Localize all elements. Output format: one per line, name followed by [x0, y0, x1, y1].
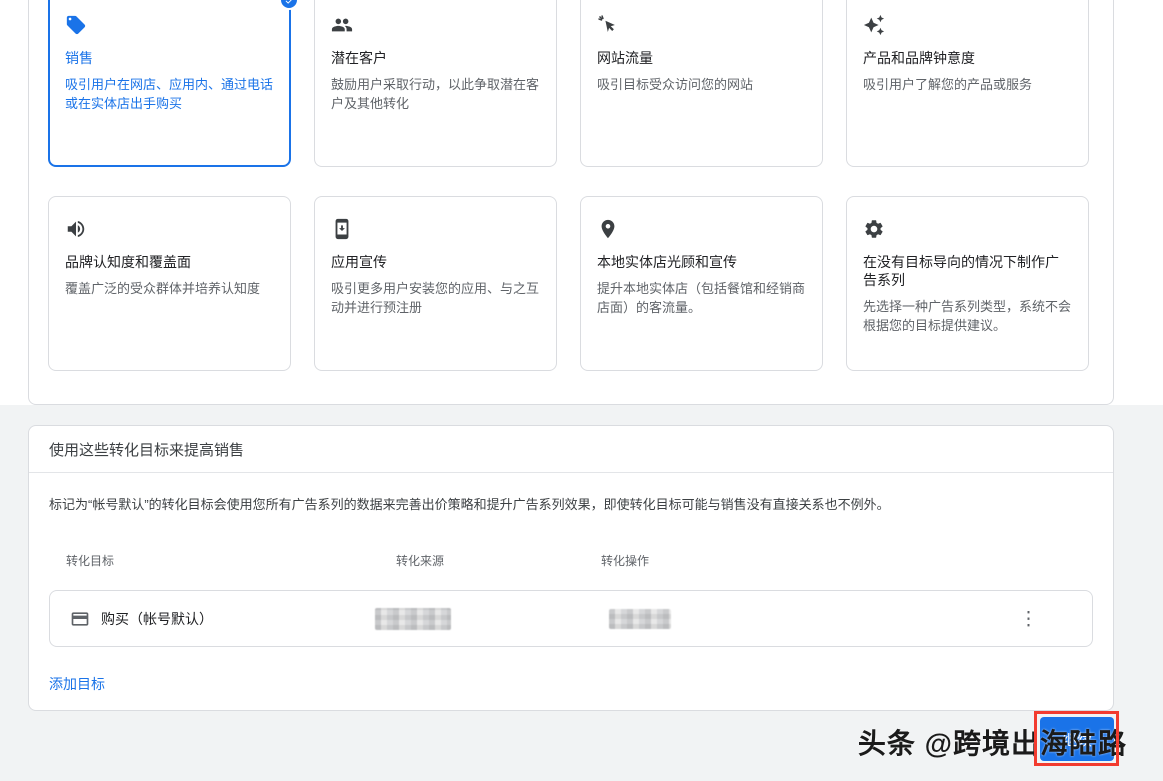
objective-card-title: 本地实体店光顾和宣传 [597, 253, 806, 271]
objective-card-title: 在没有目标导向的情况下制作广告系列 [863, 253, 1072, 289]
objective-card-description: 吸引用户了解您的产品或服务 [863, 76, 1072, 95]
goal-name: 购买（帐号默认） [101, 609, 213, 629]
objective-card-description: 吸引更多用户安装您的应用、与之互动并进行预注册 [331, 280, 540, 318]
objective-card-title: 品牌认知度和覆盖面 [65, 253, 274, 271]
objective-card-website-traffic[interactable]: 网站流量 吸引目标受众访问您的网站 [580, 0, 823, 167]
objective-card-title: 产品和品牌钟意度 [863, 49, 1072, 67]
objective-card-brand-consideration[interactable]: 产品和品牌钟意度 吸引用户了解您的产品或服务 [846, 0, 1089, 167]
objective-card-title: 销售 [65, 49, 274, 67]
redacted-conversion-action [609, 609, 671, 629]
objective-card-app-promotion[interactable]: 应用宣传 吸引更多用户安装您的应用、与之互动并进行预注册 [314, 196, 557, 371]
cursor-click-icon [597, 14, 806, 36]
objective-card-description: 吸引目标受众访问您的网站 [597, 76, 806, 95]
objective-card-local-store[interactable]: 本地实体店光顾和宣传 提升本地实体店（包括餐馆和经销商店面）的客流量。 [580, 196, 823, 371]
table-header-row: 转化目标 转化来源 转化操作 [49, 552, 1093, 569]
column-header-conversion-source: 转化来源 [396, 552, 601, 569]
objective-card-description: 覆盖广泛的受众群体并培养认知度 [65, 280, 274, 299]
location-pin-icon [597, 218, 806, 240]
objective-card-description: 鼓励用户采取行动，以此争取潜在客户及其他转化 [331, 76, 540, 114]
objective-card-leads[interactable]: 潜在客户 鼓励用户采取行动，以此争取潜在客户及其他转化 [314, 0, 557, 167]
objective-cards-grid: 销售 吸引用户在网店、应用内、通过电话或在实体店出手购买 潜在客户 鼓励用户采取… [48, 0, 1089, 371]
objective-card-description: 吸引用户在网店、应用内、通过电话或在实体店出手购买 [65, 76, 274, 114]
column-header-conversion-goal: 转化目标 [66, 552, 396, 569]
redacted-conversion-source [375, 608, 451, 630]
sparkles-icon [863, 14, 1072, 36]
conversion-panel-title: 使用这些转化目标来提高销售 [49, 439, 244, 460]
objective-card-description: 先选择一种广告系列类型，系统不会根据您的目标提供建议。 [863, 298, 1072, 336]
credit-card-icon [70, 609, 90, 629]
objective-card-title: 网站流量 [597, 49, 806, 67]
column-header-conversion-action: 转化操作 [601, 552, 1093, 569]
speaker-icon [65, 218, 274, 240]
objective-card-sales[interactable]: 销售 吸引用户在网店、应用内、通过电话或在实体店出手购买 [48, 0, 291, 167]
people-icon [331, 14, 540, 36]
kebab-menu-icon[interactable]: ⋮ [1013, 605, 1044, 632]
objective-card-title: 潜在客户 [331, 49, 540, 67]
objective-card-description: 提升本地实体店（包括餐馆和经销商店面）的客流量。 [597, 280, 806, 318]
objective-card-brand-awareness[interactable]: 品牌认知度和覆盖面 覆盖广泛的受众群体并培养认知度 [48, 196, 291, 371]
phone-install-icon [331, 218, 540, 240]
conversion-goals-panel: 使用这些转化目标来提高销售 标记为“帐号默认”的转化目标会使用您所有广告系列的数… [28, 425, 1114, 711]
add-goal-link[interactable]: 添加目标 [49, 674, 105, 694]
watermark-text: 头条 @跨境出海陆路 [858, 722, 1127, 762]
gear-icon [863, 218, 1072, 240]
table-row: 购买（帐号默认） ⋮ [49, 590, 1093, 647]
objective-card-title: 应用宣传 [331, 253, 540, 271]
tag-icon [65, 14, 274, 36]
selected-check-badge [279, 0, 299, 10]
objective-card-no-goal[interactable]: 在没有目标导向的情况下制作广告系列 先选择一种广告系列类型，系统不会根据您的目标… [846, 196, 1089, 371]
conversion-panel-description: 标记为“帐号默认”的转化目标会使用您所有广告系列的数据来完善出价策略和提升广告系… [49, 496, 1093, 514]
